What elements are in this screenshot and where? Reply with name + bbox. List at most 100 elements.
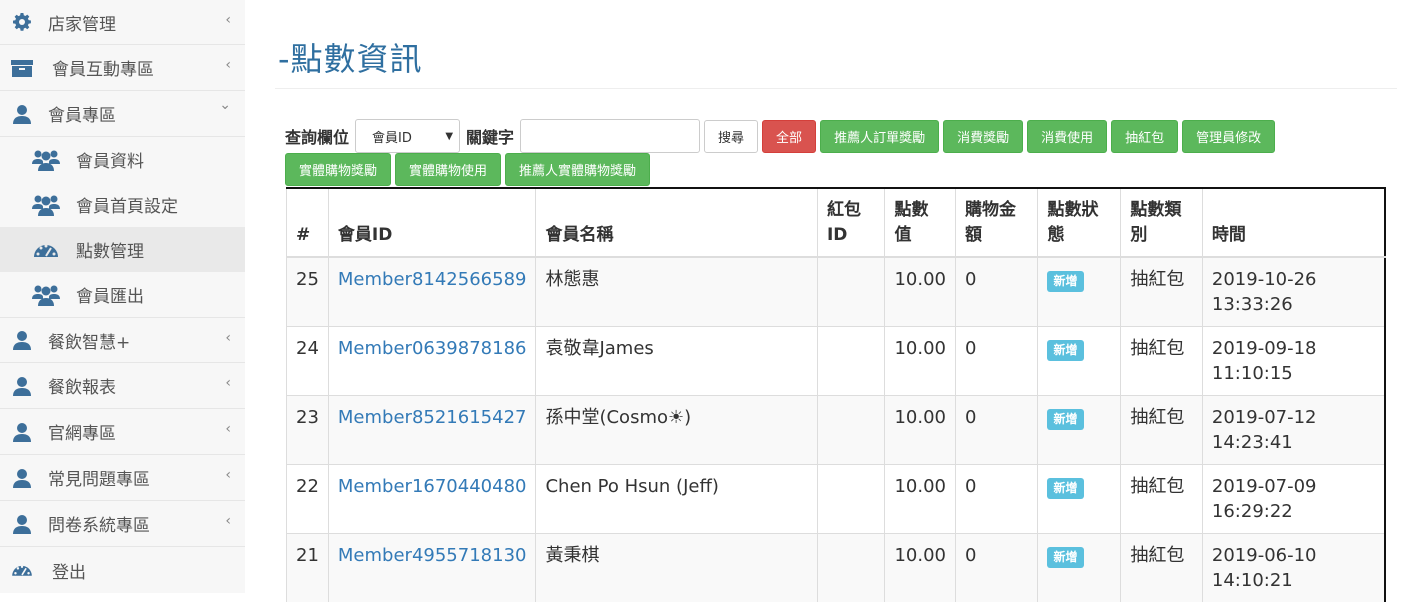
cell-no: 25 <box>287 257 329 327</box>
cell-points: 10.00 <box>885 327 956 396</box>
sidebar-item-label: 常見問題專區 <box>48 465 150 490</box>
status-badge: 新增 <box>1047 547 1083 568</box>
search-field-select-value: 會員ID <box>372 127 412 146</box>
sidebar-item-store-management[interactable]: 店家管理 ‹ <box>0 0 245 45</box>
member-id-link[interactable]: Member8521615427 <box>338 407 527 428</box>
cell-category: 抽紅包 <box>1121 257 1203 327</box>
chevron-left-icon: ‹ <box>225 421 231 437</box>
filter-physical-reward-button[interactable]: 實體購物獎勵 <box>285 153 391 186</box>
filter-referrer-order-reward-button[interactable]: 推薦人訂單獎勵 <box>820 120 939 153</box>
cell-points: 10.00 <box>885 396 956 465</box>
keyword-input[interactable] <box>520 119 700 153</box>
filter-consumption-use-button[interactable]: 消費使用 <box>1027 120 1107 153</box>
cell-category: 抽紅包 <box>1121 465 1203 534</box>
cell-status: 新增 <box>1038 327 1121 396</box>
sidebar-subitem-member-export[interactable]: 會員匯出 <box>0 272 245 317</box>
filter-red-envelope-button[interactable]: 抽紅包 <box>1111 120 1178 153</box>
cell-member-id: Member0639878186 <box>328 327 536 396</box>
sidebar-item-label: 官網專區 <box>48 419 116 444</box>
chevron-left-icon: ‹ <box>225 513 231 529</box>
cell-no: 23 <box>287 396 329 465</box>
header-no: # <box>287 188 329 257</box>
cell-red-envelope-id <box>817 327 884 396</box>
gear-icon <box>10 10 34 34</box>
member-id-link[interactable]: Member4955718130 <box>338 545 527 566</box>
sidebar-item-website-zone[interactable]: 官網專區 ‹ <box>0 409 245 455</box>
cell-status: 新增 <box>1038 396 1121 465</box>
dashboard-icon <box>30 238 62 262</box>
sidebar-item-member-zone[interactable]: 會員專區 ⌄ <box>0 91 245 137</box>
cell-member-id: Member8142566589 <box>328 257 536 327</box>
filter-physical-use-button[interactable]: 實體購物使用 <box>395 153 501 186</box>
header-category: 點數類別 <box>1121 188 1203 257</box>
search-field-label: 查詢欄位 <box>285 124 349 148</box>
status-badge: 新增 <box>1047 478 1083 499</box>
search-button[interactable]: 搜尋 <box>704 120 758 153</box>
member-id-link[interactable]: Member0639878186 <box>338 338 527 359</box>
table-row: 24 Member0639878186 袁敬韋James 10.00 0 新增 … <box>287 327 1386 396</box>
member-id-link[interactable]: Member8142566589 <box>338 269 527 290</box>
points-table-wrapper: # 會員ID 會員名稱 紅包ID 點數值 購物金額 點數狀態 點數類別 時間 2… <box>286 187 1386 602</box>
sidebar-subitem-member-home-settings[interactable]: 會員首頁設定 <box>0 182 245 227</box>
header-member-name: 會員名稱 <box>536 188 818 257</box>
cell-time: 2019-07-0916:29:22 <box>1202 465 1385 534</box>
cell-member-name: Chen Po Hsun (Jeff) <box>536 465 818 534</box>
sidebar-item-faq-zone[interactable]: 常見問題專區 ‹ <box>0 455 245 501</box>
cell-red-envelope-id <box>817 534 884 602</box>
sidebar-item-label: 餐飲智慧+ <box>48 328 130 353</box>
sidebar-subitem-points-management[interactable]: 點數管理 <box>0 227 245 272</box>
sidebar-item-dining-reports[interactable]: 餐飲報表 ‹ <box>0 363 245 409</box>
cell-points: 10.00 <box>885 534 956 602</box>
title-divider <box>275 88 1397 89</box>
cell-member-name: 林態惠 <box>536 257 818 327</box>
cell-category: 抽紅包 <box>1121 534 1203 602</box>
caret-down-icon: ▼ <box>445 131 453 142</box>
page-title: -點數資訊 <box>278 34 423 80</box>
sidebar-subitem-label: 會員匯出 <box>76 282 144 307</box>
cell-amount: 0 <box>956 257 1038 327</box>
cell-time: 2019-07-1214:23:41 <box>1202 396 1385 465</box>
cell-no: 21 <box>287 534 329 602</box>
sidebar-item-survey-zone[interactable]: 問卷系統專區 ‹ <box>0 501 245 547</box>
sidebar-item-label: 會員專區 <box>48 101 116 126</box>
cell-status: 新增 <box>1038 465 1121 534</box>
table-row: 23 Member8521615427 孫中堂(Cosmo☀) 10.00 0 … <box>287 396 1386 465</box>
filter-admin-edit-button[interactable]: 管理員修改 <box>1182 120 1275 153</box>
cell-member-name: 袁敬韋James <box>536 327 818 396</box>
sidebar-item-logout[interactable]: 登出 <box>0 547 245 593</box>
chevron-left-icon: ‹ <box>225 12 231 28</box>
sidebar-item-label: 餐飲報表 <box>48 373 116 398</box>
user-icon <box>10 328 34 352</box>
filter-consumption-reward-button[interactable]: 消費獎勵 <box>943 120 1023 153</box>
chevron-down-icon: ⌄ <box>219 97 231 113</box>
dashboard-icon <box>10 558 34 582</box>
cell-no: 22 <box>287 465 329 534</box>
cell-member-name: 黃秉棋 <box>536 534 818 602</box>
cell-red-envelope-id <box>817 465 884 534</box>
cell-member-id: Member1670440480 <box>328 465 536 534</box>
sidebar-item-label: 問卷系統專區 <box>48 511 150 536</box>
chevron-left-icon: ‹ <box>225 330 231 346</box>
cell-red-envelope-id <box>817 257 884 327</box>
cell-status: 新增 <box>1038 534 1121 602</box>
sidebar-subitem-member-data[interactable]: 會員資料 <box>0 137 245 182</box>
user-icon <box>10 420 34 444</box>
sidebar-item-member-interaction[interactable]: 會員互動專區 ‹ <box>0 45 245 91</box>
filter-toolbar-row2: 實體購物獎勵 實體購物使用 推薦人實體購物獎勵 <box>285 153 654 186</box>
chevron-left-icon: ‹ <box>225 57 231 73</box>
search-field-select[interactable]: 會員ID ▼ <box>355 119 460 153</box>
points-table: # 會員ID 會員名稱 紅包ID 點數值 購物金額 點數狀態 點數類別 時間 2… <box>286 187 1386 602</box>
cell-member-id: Member8521615427 <box>328 396 536 465</box>
table-row: 22 Member1670440480 Chen Po Hsun (Jeff) … <box>287 465 1386 534</box>
users-icon <box>30 148 62 172</box>
users-icon <box>30 283 62 307</box>
cell-member-id: Member4955718130 <box>328 534 536 602</box>
filter-referrer-physical-reward-button[interactable]: 推薦人實體購物獎勵 <box>505 153 650 186</box>
header-points: 點數值 <box>885 188 956 257</box>
sidebar-item-dining-smart[interactable]: 餐飲智慧+ ‹ <box>0 317 245 363</box>
filter-all-button[interactable]: 全部 <box>762 120 816 153</box>
cell-points: 10.00 <box>885 257 956 327</box>
member-id-link[interactable]: Member1670440480 <box>338 476 527 497</box>
header-red-envelope-id: 紅包ID <box>817 188 884 257</box>
table-header-row: # 會員ID 會員名稱 紅包ID 點數值 購物金額 點數狀態 點數類別 時間 <box>287 188 1386 257</box>
